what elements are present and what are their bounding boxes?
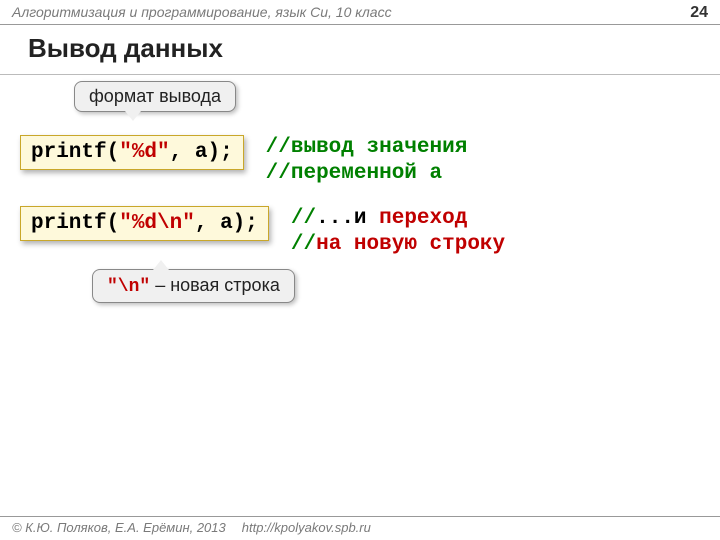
code2-fmt: %d <box>132 212 157 235</box>
code1-rest: , a); <box>170 141 233 164</box>
copyright: © К.Ю. Поляков, Е.А. Ерёмин, 2013 <box>12 520 226 535</box>
comment1-line2: //переменной a <box>266 161 468 187</box>
example-row-1: printf("%d", a); //вывод значения //пере… <box>20 135 700 188</box>
code2-nl: \n <box>157 212 182 235</box>
c2-l1b: ...и <box>316 207 379 230</box>
footer: © К.Ю. Поляков, Е.А. Ерёмин, 2013 http:/… <box>0 516 720 540</box>
comment2-line1: //...и переход <box>291 206 505 232</box>
example-row-2: printf("%d\n", a); //...и переход //на н… <box>20 206 700 259</box>
code1-q2: " <box>157 141 170 164</box>
code1-q1: " <box>119 141 132 164</box>
footer-url: http://kpolyakov.spb.ru <box>242 520 371 535</box>
c2-l2a: // <box>291 233 316 256</box>
page-number: 24 <box>690 4 708 22</box>
page-title: Вывод данных <box>0 25 720 75</box>
comment-2: //...и переход //на новую строку <box>291 206 505 259</box>
header: Алгоритмизация и программирование, язык … <box>0 0 720 25</box>
comment2-line2: //на новую строку <box>291 232 505 258</box>
callout-newline: "\n" – новая строка <box>92 269 295 303</box>
content-area: формат вывода printf("%d", a); //вывод з… <box>0 75 720 272</box>
c2-l1c: переход <box>379 207 467 230</box>
callout-format: формат вывода <box>74 81 236 112</box>
comment1-line1: //вывод значения <box>266 135 468 161</box>
c2-l1a: // <box>291 207 316 230</box>
callout-nl-text: – новая строка <box>150 275 280 295</box>
code2-rest: , a); <box>195 212 258 235</box>
code1-fn: printf( <box>31 141 119 164</box>
code2-fn: printf( <box>31 212 119 235</box>
code2-q1: " <box>119 212 132 235</box>
c2-l2b: на новую строку <box>316 233 505 256</box>
code2-q2: " <box>182 212 195 235</box>
course-label: Алгоритмизация и программирование, язык … <box>12 4 392 22</box>
callout-nl-code: "\n" <box>107 277 150 297</box>
code-box-2: printf("%d\n", a); <box>20 206 269 241</box>
code1-fmt: %d <box>132 141 157 164</box>
comment-1: //вывод значения //переменной a <box>266 135 468 188</box>
code-box-1: printf("%d", a); <box>20 135 244 170</box>
